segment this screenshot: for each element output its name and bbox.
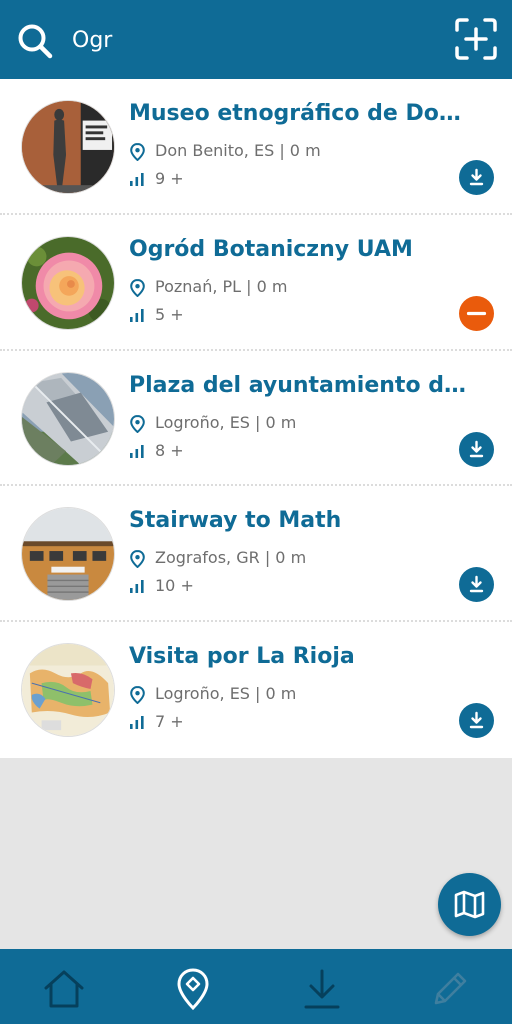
item-thumbnail: [21, 507, 115, 602]
item-count: 7 +: [155, 712, 184, 732]
item-location: Logroño, ES | 0 m: [155, 684, 297, 704]
download-icon: [304, 969, 340, 1009]
item-count: 5 +: [155, 304, 184, 324]
bottom-navigation: [0, 949, 512, 1024]
qr-scan-icon[interactable]: [453, 16, 499, 62]
download-icon: [459, 160, 494, 195]
download-button[interactable]: [459, 431, 494, 467]
location-pin-icon: [130, 686, 145, 705]
download-button[interactable]: [459, 567, 494, 603]
location-pin-icon: [130, 278, 145, 297]
bar-chart-icon: [130, 308, 144, 322]
list-item[interactable]: Ogród Botaniczny UAM Poznań, PL | 0 m 5 …: [0, 215, 512, 351]
item-location: Zografos, GR | 0 m: [155, 548, 307, 568]
list-item[interactable]: Museo etnográfico de Don Benito Don Beni…: [0, 79, 512, 215]
map-view-button[interactable]: [438, 873, 501, 936]
remove-icon: [459, 295, 494, 331]
list-item[interactable]: Stairway to Math Zografos, GR | 0 m 10 +: [0, 486, 512, 623]
download-icon: [459, 703, 494, 739]
location-pin-icon: [130, 414, 145, 433]
pencil-icon: [434, 972, 467, 1005]
item-thumbnail: [21, 643, 115, 738]
download-icon: [459, 431, 494, 467]
list-item[interactable]: Plaza del ayuntamiento de Logroño Logroñ…: [0, 351, 512, 487]
download-button[interactable]: [459, 703, 494, 739]
location-pin-icon: [130, 550, 145, 569]
nav-home[interactable]: [42, 967, 86, 1011]
remove-button[interactable]: [459, 295, 494, 331]
item-count: 10 +: [155, 576, 194, 596]
bar-chart-icon: [130, 716, 144, 730]
top-bar: Ogr: [0, 0, 512, 79]
bar-chart-icon: [130, 173, 144, 186]
item-thumbnail: [21, 235, 115, 330]
item-location: Logroño, ES | 0 m: [155, 412, 297, 432]
nav-edit[interactable]: [428, 967, 472, 1011]
bar-chart-icon: [130, 580, 144, 594]
item-thumbnail: [21, 100, 115, 194]
download-icon: [459, 567, 494, 603]
item-title[interactable]: Stairway to Math: [129, 506, 474, 536]
home-icon: [44, 970, 84, 1008]
search-input[interactable]: Ogr: [72, 27, 112, 55]
download-button[interactable]: [459, 160, 494, 195]
item-location: Don Benito, ES | 0 m: [155, 141, 321, 160]
search-icon[interactable]: [16, 22, 54, 60]
nav-nearby[interactable]: [171, 967, 215, 1011]
location-pin-icon: [130, 143, 145, 161]
item-title[interactable]: Visita por La Rioja: [129, 642, 474, 672]
location-pin-icon: [177, 968, 209, 1011]
bar-chart-icon: [130, 444, 144, 458]
item-thumbnail: [21, 371, 115, 466]
item-location: Poznań, PL | 0 m: [155, 276, 288, 296]
map-icon: [454, 890, 485, 919]
item-count: 8 +: [155, 440, 184, 460]
item-title[interactable]: Ogród Botaniczny UAM: [129, 235, 474, 265]
list-item[interactable]: Visita por La Rioja Logroño, ES | 0 m 7 …: [0, 622, 512, 758]
results-list: Museo etnográfico de Don Benito Don Beni…: [0, 79, 512, 758]
item-title[interactable]: Museo etnográfico de Don Benito: [129, 99, 474, 129]
nav-downloads[interactable]: [300, 967, 344, 1011]
item-title[interactable]: Plaza del ayuntamiento de Logroño: [129, 371, 474, 401]
item-count: 9 +: [155, 169, 184, 188]
